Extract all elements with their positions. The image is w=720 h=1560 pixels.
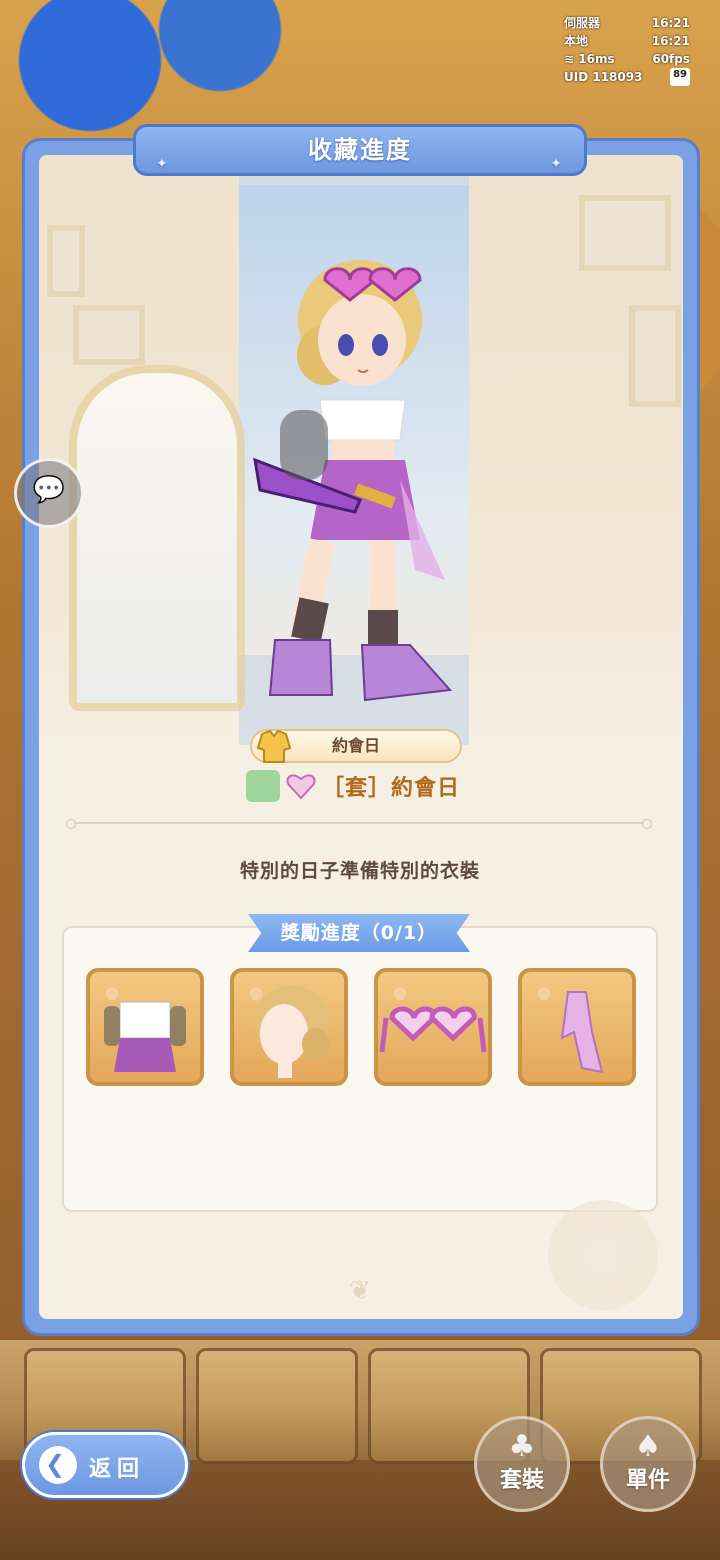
wall-frame bbox=[579, 195, 671, 271]
hair-icon bbox=[254, 986, 330, 1078]
clothing-category-icon bbox=[246, 770, 280, 802]
single-item-button[interactable]: ♠ 單件 bbox=[600, 1416, 696, 1512]
server-time: 16:21 bbox=[651, 16, 690, 30]
chat-button[interactable]: 💬 bbox=[14, 458, 84, 528]
local-time: 16:21 bbox=[651, 34, 690, 48]
reward-item-outfit[interactable] bbox=[86, 968, 204, 1086]
bunny-mascot-watermark bbox=[548, 1200, 658, 1310]
panel-title-banner: ✦ 收藏進度 ✦ bbox=[133, 124, 587, 176]
wall-frame bbox=[73, 305, 145, 365]
server-label: 伺服器 bbox=[564, 16, 601, 30]
battery-level: 89 bbox=[673, 69, 687, 80]
set-label-row: ［套］約會日 bbox=[246, 769, 460, 803]
outfit-name-pill: 約會日 bbox=[250, 729, 462, 763]
battery-icon: 89 bbox=[670, 68, 690, 86]
ornament-icon: ❦ bbox=[349, 1276, 371, 1306]
divider bbox=[66, 819, 652, 829]
heart-glasses-icon bbox=[379, 1006, 487, 1053]
sparkle-icon: ✦ bbox=[156, 156, 170, 172]
set-view-label: 套裝 bbox=[499, 1468, 544, 1493]
jacket-icon bbox=[256, 729, 292, 763]
reward-item-ribbon[interactable] bbox=[518, 968, 636, 1086]
chat-bubble-icon: 💬 bbox=[32, 475, 66, 505]
back-button[interactable]: ❮ 返回 bbox=[22, 1432, 188, 1498]
status-overlay: 伺服器 16:21 本地 16:21 ≋ 16ms 60fps UID 118093 8… bbox=[564, 14, 690, 86]
back-label: 返回 bbox=[89, 1457, 146, 1482]
heart-badge-icon bbox=[286, 774, 316, 800]
reward-progress-tab: 獎勵進度（0/1） bbox=[248, 914, 470, 952]
back-arrow-icon: ❮ bbox=[39, 1446, 77, 1484]
set-name: ［套］約會日 bbox=[322, 776, 461, 801]
outfit-description: 特別的日子準備特別的衣裝 bbox=[239, 860, 480, 882]
local-label: 本地 bbox=[564, 34, 589, 48]
outfit-top-icon bbox=[104, 1001, 186, 1072]
wifi-icon: ≋ bbox=[564, 52, 575, 66]
sparkle-icon: ✦ bbox=[550, 156, 564, 172]
fps-value: 60fps bbox=[652, 52, 690, 66]
bunny-costume-icon: ♣ bbox=[508, 1429, 536, 1464]
uid-text: UID 118093 bbox=[564, 70, 643, 84]
outfit-name: 約會日 bbox=[331, 736, 380, 755]
character-model bbox=[253, 260, 453, 702]
wall-frame bbox=[47, 225, 85, 297]
shirt-icon: ♠ bbox=[634, 1429, 662, 1464]
single-item-label: 單件 bbox=[625, 1468, 670, 1493]
mirror-scene bbox=[69, 365, 245, 711]
reward-item-glasses[interactable] bbox=[374, 968, 492, 1086]
reward-item-hair[interactable] bbox=[230, 968, 348, 1086]
panel-title: 收藏進度 bbox=[308, 136, 412, 164]
set-view-button[interactable]: ♣ 套裝 bbox=[474, 1416, 570, 1512]
ribbon-icon bbox=[560, 991, 604, 1074]
wall-frame bbox=[629, 305, 681, 407]
ping-value: 16ms bbox=[578, 52, 615, 66]
